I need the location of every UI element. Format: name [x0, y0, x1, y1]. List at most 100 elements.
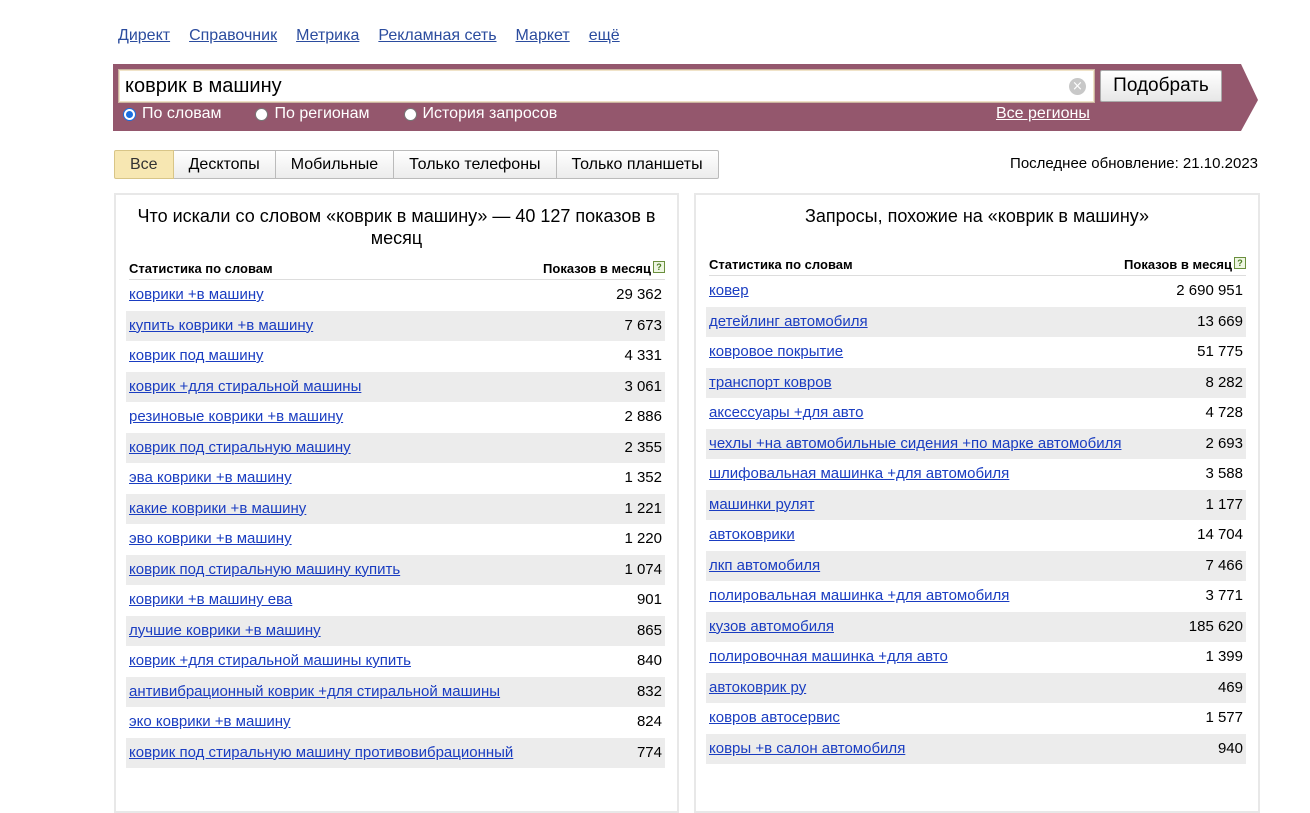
- phrase-link[interactable]: коврик +для стиральной машины купить: [129, 652, 411, 670]
- phrase-link[interactable]: ковровое покрытие: [709, 343, 843, 361]
- table-row: ковры +в салон автомобиля 940: [706, 733, 1246, 764]
- tab-all[interactable]: Все: [114, 150, 174, 179]
- impressions-count: 185 620: [1188, 617, 1243, 635]
- impressions-count: 1 221: [624, 499, 662, 517]
- search-bar: × Подобрать По словам По регионам Истори…: [113, 64, 1258, 131]
- phrase-link[interactable]: автоковрики: [709, 526, 795, 544]
- impressions-count: 1 074: [624, 560, 662, 578]
- phrase-link[interactable]: коврики +в машину: [129, 286, 264, 304]
- phrase-link[interactable]: шлифовальная машинка +для автомобиля: [709, 465, 1009, 483]
- phrase-link[interactable]: резиновые коврики +в машину: [129, 408, 343, 426]
- phrase-link[interactable]: машинки рулят: [709, 496, 815, 514]
- table-row: коврики +в машину ева 901: [126, 585, 665, 616]
- phrase-link[interactable]: лучшие коврики +в машину: [129, 622, 321, 640]
- help-icon[interactable]: ?: [1234, 257, 1246, 269]
- search-input[interactable]: [119, 70, 1094, 102]
- table-row: транспорт ковров 8 282: [706, 367, 1246, 398]
- phrase-link[interactable]: кузов автомобиля: [709, 618, 834, 636]
- phrase-link[interactable]: лкп автомобиля: [709, 557, 820, 575]
- phrase-link[interactable]: коврики +в машину ева: [129, 591, 292, 609]
- table-row: резиновые коврики +в машину 2 886: [126, 402, 665, 433]
- right-similar-panel: Запросы, похожие на «коврик в машину» Ст…: [694, 193, 1260, 813]
- phrase-link[interactable]: автоковрик ру: [709, 679, 806, 697]
- services-nav: Директ Справочник Метрика Рекламная сеть…: [118, 27, 620, 45]
- impressions-count: 774: [636, 743, 662, 761]
- impressions-count: 865: [636, 621, 662, 639]
- table-row: коврик +для стиральной машины 3 061: [126, 371, 665, 402]
- service-link-metrika[interactable]: Метрика: [296, 27, 359, 45]
- table-row: автоковрики 14 704: [706, 520, 1246, 551]
- radio-icon[interactable]: [255, 107, 269, 121]
- phrase-link[interactable]: полировальная машинка +для автомобиля: [709, 587, 1009, 605]
- table-row: коврик под машину 4 331: [126, 341, 665, 372]
- table-header: Статистика по словам Показов в месяц?: [709, 257, 1246, 276]
- table-row: полировальная машинка +для автомобиля 3 7…: [706, 581, 1246, 612]
- impressions-count: 14 704: [1197, 526, 1243, 543]
- impressions-count: 1 399: [1205, 648, 1243, 665]
- mode-history[interactable]: История запросов: [403, 105, 557, 123]
- tab-desktops[interactable]: Десктопы: [173, 150, 276, 179]
- phrase-link[interactable]: коврик под стиральную машину: [129, 439, 351, 457]
- phrase-link[interactable]: эко коврики +в машину: [129, 713, 291, 731]
- table-row: какие коврики +в машину 1 221: [126, 493, 665, 524]
- tab-phones-only[interactable]: Только телефоны: [394, 150, 557, 179]
- phrase-link[interactable]: антивибрационный коврик +для стиральной …: [129, 683, 500, 701]
- phrase-link[interactable]: транспорт ковров: [709, 374, 832, 392]
- impressions-count: 13 669: [1197, 312, 1243, 330]
- right-rows: ковер 2 690 951 детейлинг автомобиля 13 669…: [706, 276, 1246, 764]
- column-header-phrase: Статистика по словам: [129, 261, 273, 276]
- service-link-market[interactable]: Маркет: [516, 27, 570, 45]
- phrase-link[interactable]: коврик под стиральную машину купить: [129, 561, 400, 579]
- table-row: коврики +в машину 29 362: [126, 280, 665, 311]
- table-row: коврик под стиральную машину 2 355: [126, 432, 665, 463]
- table-row: машинки рулят 1 177: [706, 489, 1246, 520]
- impressions-count: 840: [636, 652, 662, 669]
- table-row: ковров автосервис 1 577: [706, 703, 1246, 734]
- left-stats-panel: Что искали со словом «коврик в машину» —…: [114, 193, 679, 813]
- impressions-count: 2 886: [624, 408, 662, 425]
- phrase-link[interactable]: коврик под стиральную машину противовибр…: [129, 744, 513, 762]
- phrase-link[interactable]: эво коврики +в машину: [129, 530, 292, 548]
- regions-link[interactable]: Все регионы: [996, 105, 1090, 123]
- impressions-count: 3 771: [1205, 587, 1243, 604]
- phrase-link[interactable]: ковер: [709, 282, 749, 300]
- impressions-count: 1 352: [624, 469, 662, 486]
- table-row: аксессуары +для авто 4 728: [706, 398, 1246, 429]
- table-row: эва коврики +в машину 1 352: [126, 463, 665, 494]
- left-rows: коврики +в машину 29 362 купить коврики +в…: [126, 280, 665, 768]
- mode-by-regions[interactable]: По регионам: [255, 105, 370, 123]
- column-header-count: Показов в месяц?: [543, 261, 665, 276]
- search-mode-group: По словам По регионам История запросов: [123, 105, 557, 123]
- impressions-count: 2 693: [1205, 434, 1243, 452]
- clear-icon[interactable]: ×: [1069, 78, 1086, 95]
- table-row: эво коврики +в машину 1 220: [126, 524, 665, 555]
- phrase-link[interactable]: ковры +в салон автомобиля: [709, 740, 905, 758]
- phrase-link[interactable]: ковров автосервис: [709, 709, 840, 727]
- impressions-count: 51 775: [1197, 343, 1243, 360]
- impressions-count: 1 177: [1205, 495, 1243, 513]
- help-icon[interactable]: ?: [653, 261, 665, 273]
- radio-icon[interactable]: [403, 107, 417, 121]
- table-row: автоковрик ру 469: [706, 672, 1246, 703]
- phrase-link[interactable]: детейлинг автомобиля: [709, 313, 868, 331]
- tab-tablets-only[interactable]: Только планшеты: [556, 150, 719, 179]
- column-header-phrase: Статистика по словам: [709, 257, 853, 272]
- tab-mobile[interactable]: Мобильные: [275, 150, 395, 179]
- service-link-ad-network[interactable]: Рекламная сеть: [378, 27, 496, 45]
- phrase-link[interactable]: чехлы +на автомобильные сидения +по марк…: [709, 435, 1121, 453]
- phrase-link[interactable]: полировочная машинка +для авто: [709, 648, 948, 666]
- phrase-link[interactable]: какие коврики +в машину: [129, 500, 306, 518]
- mode-by-words[interactable]: По словам: [123, 105, 221, 123]
- phrase-link[interactable]: аксессуары +для авто: [709, 404, 863, 422]
- phrase-link[interactable]: коврик под машину: [129, 347, 263, 365]
- impressions-count: 2 355: [624, 438, 662, 456]
- service-link-directory[interactable]: Справочник: [189, 27, 277, 45]
- service-link-direct[interactable]: Директ: [118, 27, 170, 45]
- impressions-count: 7 673: [624, 316, 662, 334]
- phrase-link[interactable]: эва коврики +в машину: [129, 469, 292, 487]
- service-link-more[interactable]: ещё: [589, 27, 620, 45]
- submit-button[interactable]: Подобрать: [1100, 70, 1222, 102]
- phrase-link[interactable]: купить коврики +в машину: [129, 317, 313, 335]
- phrase-link[interactable]: коврик +для стиральной машины: [129, 378, 361, 396]
- radio-selected-icon[interactable]: [123, 107, 136, 121]
